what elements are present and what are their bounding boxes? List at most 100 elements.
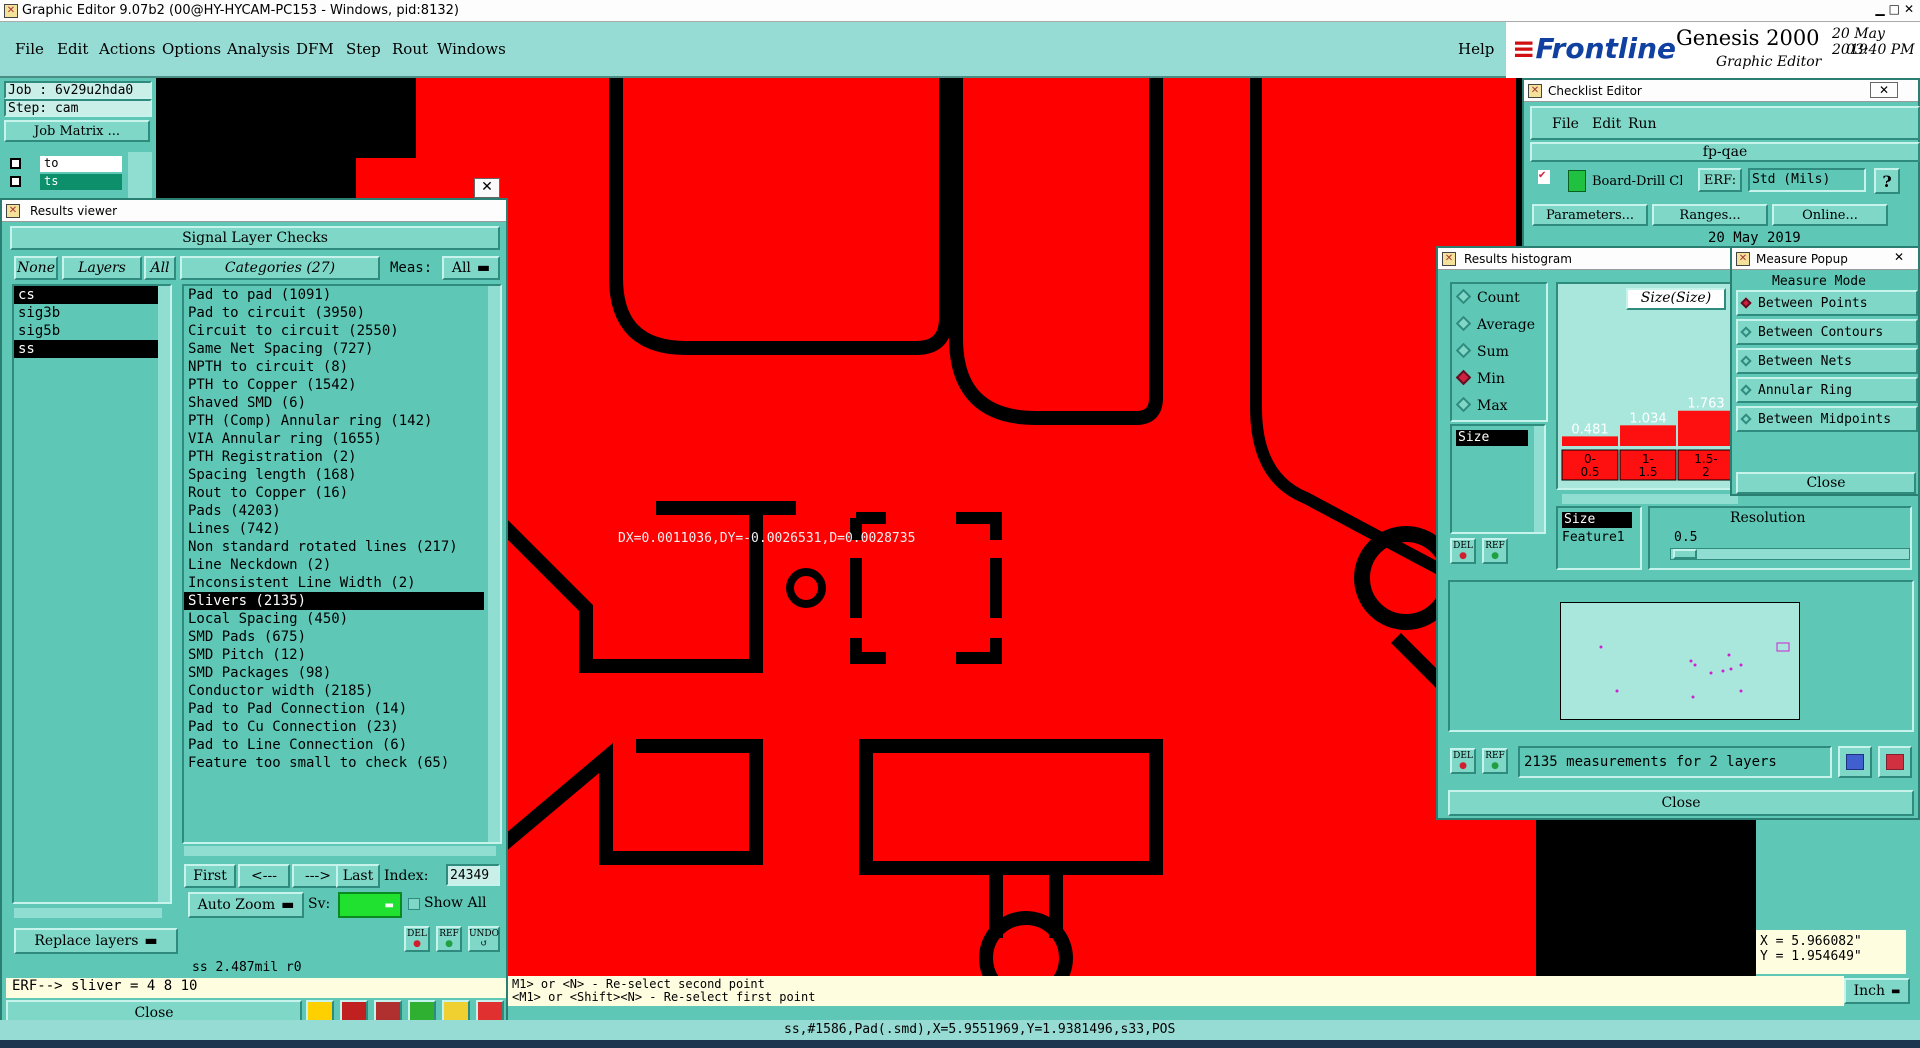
report-icon[interactable] xyxy=(1878,746,1912,778)
list-item[interactable]: Feature too small to check (65) xyxy=(184,754,500,772)
layer-checkbox[interactable] xyxy=(10,158,21,169)
chart-hscrollbar[interactable] xyxy=(1562,494,1738,504)
list-item[interactable]: Slivers (2135) xyxy=(184,592,484,610)
close-icon[interactable]: ✕ xyxy=(1904,2,1914,16)
mode-min[interactable]: Min xyxy=(1455,369,1505,387)
prev-button[interactable]: <--- xyxy=(238,864,290,888)
mode-sum[interactable]: Sum xyxy=(1455,342,1509,360)
list-item[interactable]: Circuit to circuit (2550) xyxy=(184,322,500,340)
slider-handle[interactable] xyxy=(1673,549,1697,559)
histogram-bar[interactable] xyxy=(1678,410,1734,446)
menu-file[interactable]: File xyxy=(15,40,44,58)
list-item[interactable]: PTH Registration (2) xyxy=(184,448,500,466)
list-item[interactable]: SMD Pads (675) xyxy=(184,628,500,646)
list-item[interactable]: Shaved SMD (6) xyxy=(184,394,500,412)
layer-hscrollbar[interactable] xyxy=(14,908,162,918)
del-button[interactable]: DEL ● xyxy=(404,926,430,952)
list-item[interactable]: Size xyxy=(1562,512,1632,528)
mode-between-points[interactable]: Between Points xyxy=(1736,290,1918,316)
menu-analysis[interactable]: Analysis xyxy=(227,40,290,58)
list-item[interactable]: Feature1 xyxy=(1562,530,1625,545)
resolution-slider[interactable] xyxy=(1670,548,1910,560)
checklist-menu-run[interactable]: Run xyxy=(1628,116,1657,132)
list-item[interactable]: PTH (Comp) Annular ring (142) xyxy=(184,412,500,430)
feature-list[interactable]: Size Feature1 xyxy=(1556,506,1642,570)
ref-button[interactable]: REF ● xyxy=(436,926,462,952)
menu-dfm[interactable]: DFM xyxy=(296,40,334,58)
minimize-icon[interactable]: ▁ xyxy=(1875,2,1884,16)
mode-max[interactable]: Max xyxy=(1455,396,1508,414)
layer-ts[interactable]: ts xyxy=(40,174,122,190)
mode-between-nets[interactable]: Between Nets xyxy=(1736,348,1918,374)
erf-button[interactable]: ERF: xyxy=(1698,168,1742,192)
close-icon[interactable]: ✕ xyxy=(1870,82,1898,98)
none-button[interactable]: None xyxy=(14,256,58,280)
menu-windows[interactable]: Windows xyxy=(437,40,506,58)
sv-color-selector[interactable]: ▬ xyxy=(338,892,402,918)
first-button[interactable]: First xyxy=(184,864,236,888)
scrollbar[interactable] xyxy=(158,286,170,902)
list-item[interactable]: Lines (742) xyxy=(184,520,500,538)
online-button[interactable]: Online... xyxy=(1772,204,1888,226)
attribute-list[interactable]: Size xyxy=(1450,424,1546,534)
list-item[interactable]: Pad to Line Connection (6) xyxy=(184,736,500,754)
layers-button[interactable]: Layers xyxy=(62,256,142,280)
layer-list[interactable]: cs sig3b sig5b ss xyxy=(12,284,172,904)
export-icon[interactable] xyxy=(1838,746,1872,778)
list-item[interactable]: Size xyxy=(1456,430,1528,446)
check-icon[interactable]: ✔ xyxy=(1538,170,1550,184)
mode-average[interactable]: Average xyxy=(1455,315,1535,333)
list-item[interactable]: Non standard rotated lines (217) xyxy=(184,538,500,556)
all-button[interactable]: All xyxy=(144,256,176,280)
undo-button[interactable]: UNDO ↺ xyxy=(468,926,500,952)
mode-between-contours[interactable]: Between Contours xyxy=(1736,319,1918,345)
menu-options[interactable]: Options xyxy=(162,40,221,58)
last-button[interactable]: Last xyxy=(336,864,380,888)
job-matrix-button[interactable]: Job Matrix ... xyxy=(4,120,150,142)
replace-layers-dropdown[interactable]: Replace layers ▬ xyxy=(14,928,178,954)
parameters-button[interactable]: Parameters... xyxy=(1532,204,1648,226)
checklist-menu-file[interactable]: File xyxy=(1552,116,1579,132)
index-field[interactable]: 24349 xyxy=(446,864,500,886)
meas-dropdown[interactable]: All ▬ xyxy=(442,256,500,280)
list-item[interactable]: cs xyxy=(14,286,158,304)
mode-between-midpoints[interactable]: Between Midpoints xyxy=(1736,406,1918,432)
std-mils-field[interactable]: Std (Mils) xyxy=(1748,168,1866,192)
close-icon[interactable]: ✕ xyxy=(474,178,500,198)
list-item[interactable]: SMD Packages (98) xyxy=(184,664,500,682)
measure-close-button[interactable]: Close xyxy=(1736,472,1916,494)
list-item[interactable]: VIA Annular ring (1655) xyxy=(184,430,500,448)
mode-count[interactable]: Count xyxy=(1455,288,1520,306)
list-item[interactable]: Pad to circuit (3950) xyxy=(184,304,500,322)
close-icon[interactable]: ✕ xyxy=(1894,250,1904,264)
window-controls[interactable]: ▁ □ ✕ xyxy=(1875,2,1914,16)
menu-step[interactable]: Step xyxy=(346,40,381,58)
help-button[interactable]: ? xyxy=(1874,168,1900,194)
list-item[interactable]: Same Net Spacing (727) xyxy=(184,340,500,358)
list-item[interactable]: Pad to Cu Connection (23) xyxy=(184,718,500,736)
list-item[interactable]: sig3b xyxy=(14,304,170,322)
scrollbar[interactable] xyxy=(1534,426,1544,532)
list-item[interactable]: sig5b xyxy=(14,322,170,340)
layer-checkbox[interactable] xyxy=(10,176,21,187)
menu-actions[interactable]: Actions xyxy=(99,40,155,58)
list-item[interactable]: ss xyxy=(14,340,158,358)
menu-rout[interactable]: Rout xyxy=(392,40,428,58)
show-all-checkbox[interactable] xyxy=(408,898,420,910)
list-item[interactable]: Rout to Copper (16) xyxy=(184,484,500,502)
ranges-button[interactable]: Ranges... xyxy=(1652,204,1768,226)
list-item[interactable]: Pad to pad (1091) xyxy=(184,286,500,304)
mode-annular-ring[interactable]: Annular Ring xyxy=(1736,377,1918,403)
maximize-icon[interactable]: □ xyxy=(1889,2,1900,16)
list-item[interactable]: Line Neckdown (2) xyxy=(184,556,500,574)
list-item[interactable]: PTH to Copper (1542) xyxy=(184,376,500,394)
checklist-menu-edit[interactable]: Edit xyxy=(1592,116,1621,132)
list-item[interactable]: Local Spacing (450) xyxy=(184,610,500,628)
histogram-bar[interactable] xyxy=(1620,425,1676,446)
histogram-close-button[interactable]: Close xyxy=(1448,790,1914,816)
histogram-bar[interactable] xyxy=(1562,436,1618,446)
list-item[interactable]: Conductor width (2185) xyxy=(184,682,500,700)
hist-ref-button[interactable]: REF ● xyxy=(1482,538,1508,564)
list-item[interactable]: Spacing length (168) xyxy=(184,466,500,484)
list-item[interactable]: SMD Pitch (12) xyxy=(184,646,500,664)
